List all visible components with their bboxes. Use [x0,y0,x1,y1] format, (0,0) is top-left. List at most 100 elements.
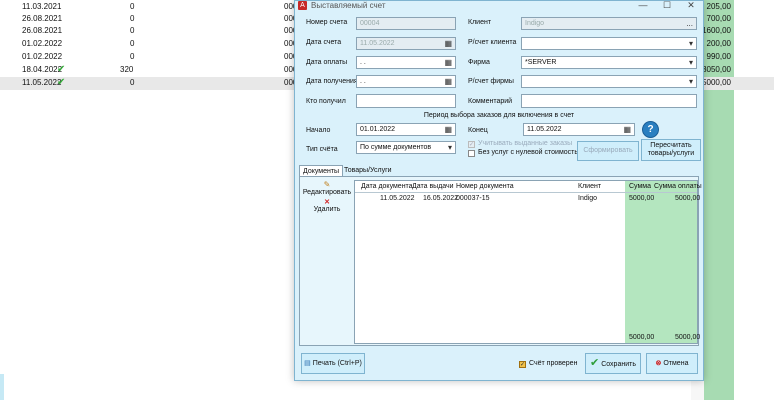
dialog-title: Выставляемый счет [311,1,386,10]
invoice-date-label: Дата счета [306,39,342,46]
end-date-field[interactable]: 11.05.2022 ▦ [523,123,635,136]
save-label: Сохранить [601,361,636,368]
bg-date-cell: 11.03.2021 [22,2,62,11]
row-client[interactable]: Indigo [578,195,597,202]
received-by-field[interactable] [356,94,456,108]
invoice-type-label: Тип счёта [306,146,338,153]
consider-issued-label: Учитывать выданные заказы [478,140,573,147]
documents-panel: ✎ Редактировать ✕ Удалить Дата документа… [299,176,702,346]
col-header-doc-number[interactable]: Номер документа [456,181,514,192]
bg-qty-cell: 320 [120,65,134,74]
print-button[interactable]: ▤ Печать (Ctrl+P) [301,353,365,374]
edit-label: Редактировать [302,189,352,196]
row-sum[interactable]: 5000,00 [629,195,654,202]
start-date-field[interactable]: 01.01.2022 ▦ [356,123,456,136]
app-icon: А [298,1,307,10]
delete-icon: ✕ [324,199,330,206]
consider-issued-checkbox[interactable]: ✓ [468,141,475,148]
recalc-button[interactable]: Пересчитать товары/услуги [641,139,701,161]
start-date-value: 01.01.2022 [360,126,396,133]
bg-date-cell: 01.02.2022 [22,52,63,61]
client-field[interactable]: Indigo... [521,17,697,30]
total-paid: 5000,00 [675,334,701,341]
row-doc-number[interactable]: 000037-15 [456,195,489,202]
invoice-number-label: Номер счета [306,19,348,26]
save-button[interactable]: ✔ Сохранить [585,353,641,374]
comment-label: Комментарий [468,98,513,105]
close-icon[interactable]: ✕ [685,0,697,11]
row-issue-date[interactable]: 16.05.2022 [423,195,458,202]
client-account-label: Р/счет клиента [468,39,517,46]
invoice-type-select[interactable]: По сумме документов ▾ [356,141,456,154]
payment-date-field[interactable]: . . ▦ [356,56,456,69]
grid-header-divider [355,192,697,193]
firm-select[interactable]: *SERVER ▾ [521,56,697,69]
col-header-issue-date[interactable]: Дата выдачи [412,181,454,192]
no-zero-services-checkbox[interactable] [468,150,475,157]
documents-grid[interactable]: Дата документа Дата выдачи Номер докумен… [354,180,702,344]
invoice-number-field[interactable]: 00004 [356,17,456,30]
form-button[interactable]: Сформировать [577,141,639,161]
verified-checkbox[interactable]: ✓ [519,361,526,368]
cancel-button[interactable]: ⊗ Отмена [646,353,698,374]
firm-account-select[interactable]: ▾ [521,75,697,88]
checkmark-icon: ✔ [590,357,600,369]
printer-icon: ▤ [304,360,311,367]
checkmark-icon: ✔ [57,64,66,75]
checkmark-icon: ✔ [57,77,66,88]
cancel-label: Отмена [663,360,689,367]
col-header-sum[interactable]: Сумма [629,181,651,192]
bg-date-cell: 26.08.2021 [22,26,63,35]
help-icon[interactable]: ? [642,121,659,138]
col-header-doc-date[interactable]: Дата документа [361,181,413,192]
calendar-icon[interactable]: ▦ [444,124,452,135]
grid-amount-highlight [625,181,697,343]
chevron-down-icon[interactable]: ▾ [689,38,693,49]
delete-label: Удалить [313,206,341,213]
invoice-dialog: А Выставляемый счет — ☐ ✕ Номер счета 00… [294,0,704,381]
calendar-icon[interactable]: ▦ [623,124,631,135]
chevron-down-icon[interactable]: ▾ [448,142,452,153]
invoice-date-field[interactable]: 11.05.2022 ▦ [356,37,456,50]
delete-action[interactable]: ✕ Удалить [302,198,352,213]
received-date-field[interactable]: . . ▦ [356,75,456,88]
client-browse-button[interactable]: ... [686,18,693,29]
bg-qty-cell: 0 [130,26,135,35]
col-header-paid[interactable]: Сумма оплаты [654,181,702,192]
comment-field[interactable] [521,94,697,108]
firm-value: *SERVER [525,59,557,66]
col-header-client[interactable]: Клиент [578,181,601,192]
chevron-down-icon[interactable]: ▾ [689,57,693,68]
row-doc-date[interactable]: 11.05.2022 [380,195,415,202]
bg-date-cell: 01.02.2022 [22,39,63,48]
calendar-icon[interactable]: ▦ [444,38,452,49]
bg-qty-cell: 0 [130,78,135,87]
bg-qty-cell: 0 [130,39,135,48]
payment-date-label: Дата оплаты [306,59,348,66]
received-date-value: . . [360,78,366,85]
bg-left-marker [0,374,4,400]
calendar-icon[interactable]: ▦ [444,76,452,87]
client-account-select[interactable]: ▾ [521,37,697,50]
bg-qty-cell: 0 [130,14,135,23]
bg-qty-cell: 0 [130,52,135,61]
start-label: Начало [306,127,331,134]
end-date-value: 11.05.2022 [527,126,562,133]
received-by-label: Кто получил [306,98,346,105]
calendar-icon[interactable]: ▦ [444,57,452,68]
chevron-down-icon[interactable]: ▾ [689,76,693,87]
tab-goods-services[interactable]: Товары/Услуги [341,165,395,176]
row-paid[interactable]: 5000,00 [675,195,700,202]
period-section-title: Период выбора заказов для включения в сч… [423,112,575,119]
minimize-icon[interactable]: — [637,0,649,10]
firm-account-label: Р/счет фирмы [468,78,514,85]
invoice-date-value: 11.05.2022 [360,40,395,47]
maximize-icon[interactable]: ☐ [661,0,673,11]
edit-action[interactable]: ✎ Редактировать [302,180,352,196]
no-zero-services-label: Без услуг с нулевой стоимостью [478,149,584,156]
print-label: Печать (Ctrl+P) [312,360,362,367]
verified-label: Счёт проверен [529,360,578,367]
pencil-icon: ✎ [323,180,331,189]
bg-qty-cell: 0 [130,2,135,11]
end-label: Конец [468,127,488,134]
